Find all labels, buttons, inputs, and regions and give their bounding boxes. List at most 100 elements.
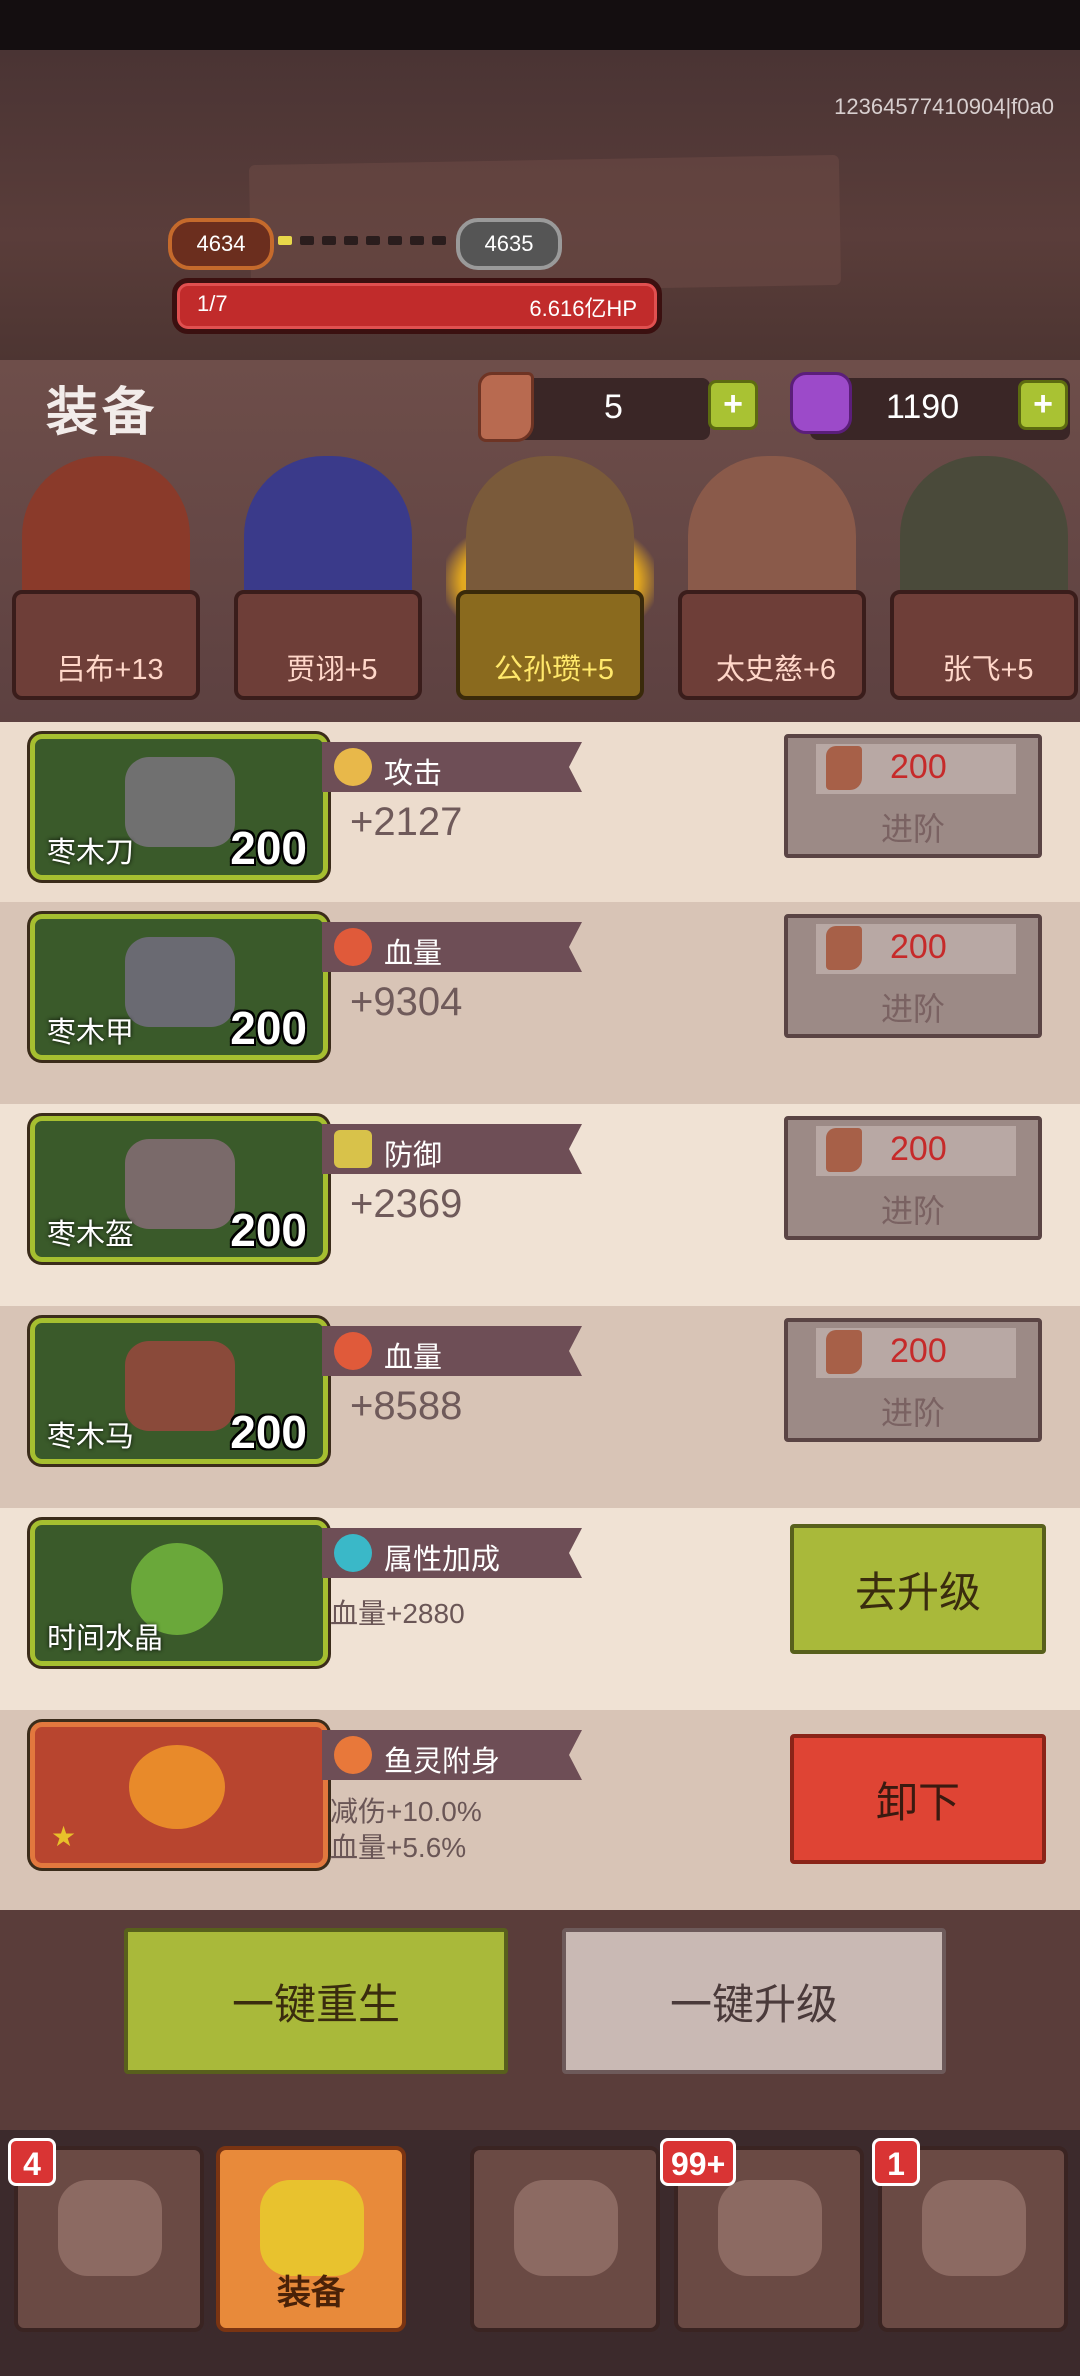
rebirth-all-button[interactable]: 一键重生 bbox=[124, 1928, 508, 2074]
hero-name: 贾诩+5 bbox=[286, 654, 378, 686]
upgrade-all-button[interactable]: 一键升级 bbox=[562, 1928, 946, 2074]
advance-cost: 200 bbox=[890, 748, 947, 786]
equipment-card-weapon[interactable]: 枣木刀 200 bbox=[30, 734, 328, 880]
status-bar bbox=[0, 0, 1080, 50]
equipment-card-crystal[interactable]: 时间水晶 bbox=[30, 1520, 328, 1666]
add-gem-button[interactable]: + bbox=[1018, 380, 1068, 430]
gem-count: 1190 bbox=[886, 388, 960, 426]
item-level: 200 bbox=[230, 1204, 307, 1256]
equipment-row-crystal: 时间水晶 属性加成 血量+2880 去升级 bbox=[0, 1508, 1080, 1710]
add-stone-button[interactable]: + bbox=[708, 380, 758, 430]
tab-battle[interactable] bbox=[470, 2146, 660, 2332]
hobby-horse-icon bbox=[125, 1341, 235, 1431]
current-stage-level: 4634 bbox=[168, 218, 274, 270]
stat-label: 防御 bbox=[384, 1140, 443, 1172]
advance-button[interactable]: 200 进阶 bbox=[784, 1116, 1042, 1240]
hero-name: 公孙瓒+5 bbox=[493, 654, 615, 686]
fish-icon bbox=[129, 1745, 225, 1829]
hero-slot-gongsunzan[interactable]: 公孙瓒+5 bbox=[446, 456, 654, 702]
advance-label: 进阶 bbox=[880, 991, 945, 1027]
blood-drop-icon bbox=[334, 1332, 372, 1370]
hp-stage: 1/7 bbox=[197, 291, 228, 316]
hero-plate: 张飞+5 bbox=[890, 590, 1078, 700]
hero-name: 张飞+5 bbox=[942, 654, 1034, 686]
stat-label: 鱼灵附身 bbox=[384, 1746, 501, 1778]
blood-drop-icon bbox=[334, 928, 372, 966]
star-icon: ★ bbox=[51, 1821, 77, 1852]
stat-value: +9304 bbox=[350, 980, 463, 1024]
upgrade-stone-icon bbox=[826, 746, 862, 790]
stat-value-1: 减伤+10.0% bbox=[330, 1796, 482, 1827]
equipment-card-armor[interactable]: 枣木甲 200 bbox=[30, 914, 328, 1060]
advance-button[interactable]: 200 进阶 bbox=[784, 914, 1042, 1038]
stat-label: 属性加成 bbox=[384, 1544, 501, 1576]
stat-value: +2127 bbox=[350, 800, 463, 844]
hero-slot-jiaxu[interactable]: 贾诩+5 bbox=[234, 456, 422, 702]
stat-label: 血量 bbox=[384, 1342, 443, 1374]
boss-hp-bar: 1/7 6.616亿HP bbox=[172, 278, 662, 334]
hero-name: 吕布+13 bbox=[56, 654, 164, 686]
progress-dot bbox=[388, 236, 402, 245]
hero-plate: 贾诩+5 bbox=[234, 590, 422, 700]
hero-name: 太史慈+6 bbox=[715, 654, 837, 686]
advance-button[interactable]: 200 进阶 bbox=[784, 1318, 1042, 1442]
chest-tab-icon bbox=[718, 2180, 822, 2276]
armor-tab-icon bbox=[260, 2180, 364, 2276]
progress-dot bbox=[322, 236, 336, 245]
tab-badge: 1 bbox=[872, 2138, 920, 2186]
chainmail-icon bbox=[125, 937, 235, 1027]
helmet-tab-icon bbox=[58, 2180, 162, 2276]
upgrade-stone-icon bbox=[478, 372, 534, 442]
upgrade-stone-icon bbox=[826, 926, 862, 970]
go-upgrade-button[interactable]: 去升级 bbox=[790, 1524, 1046, 1654]
hp-value: 6.616亿HP bbox=[529, 296, 637, 321]
upgrade-stone-icon bbox=[826, 1330, 862, 1374]
turtle-tab-icon bbox=[514, 2180, 618, 2276]
item-name: 枣木盔 bbox=[47, 1219, 135, 1251]
stat-value: +8588 bbox=[350, 1384, 463, 1428]
progress-dot bbox=[366, 236, 380, 245]
item-level: 200 bbox=[230, 1406, 307, 1458]
advance-label: 进阶 bbox=[880, 811, 945, 847]
spear-icon bbox=[125, 757, 235, 847]
equipment-card-helmet[interactable]: 枣木盔 200 bbox=[30, 1116, 328, 1262]
equipment-row-armor: 枣木甲 200 血量 +9304 200 进阶 bbox=[0, 902, 1080, 1104]
progress-dot bbox=[410, 236, 424, 245]
item-name: 枣木甲 bbox=[47, 1017, 135, 1049]
fish-spirit-icon bbox=[334, 1736, 372, 1774]
shield-icon bbox=[334, 1130, 372, 1168]
stat-value: 血量+2880 bbox=[330, 1598, 465, 1629]
stat-label: 攻击 bbox=[384, 758, 443, 790]
item-name: 时间水晶 bbox=[47, 1623, 164, 1655]
stat-label: 血量 bbox=[384, 938, 443, 970]
stone-count: 5 bbox=[604, 388, 623, 426]
unequip-button[interactable]: 卸下 bbox=[790, 1734, 1046, 1864]
progress-dot bbox=[300, 236, 314, 245]
tab-badge: 99+ bbox=[660, 2138, 737, 2186]
item-name: 枣木马 bbox=[47, 1421, 135, 1453]
purple-gem-icon bbox=[790, 372, 852, 434]
equipment-row-horse: 枣木马 200 血量 +8588 200 进阶 bbox=[0, 1306, 1080, 1508]
advance-label: 进阶 bbox=[880, 1395, 945, 1431]
hero-plate: 太史慈+6 bbox=[678, 590, 866, 700]
crystal-orb-icon bbox=[334, 1534, 372, 1572]
hero-plate: 公孙瓒+5 bbox=[456, 590, 644, 700]
equipment-list: 枣木刀 200 攻击 +2127 200 进阶 枣木甲 200 血量 +9304… bbox=[0, 722, 1080, 1912]
user-id: 12364577410904|f0a0 bbox=[834, 94, 1054, 119]
sword-icon bbox=[334, 748, 372, 786]
hero-slot-taishici[interactable]: 太史慈+6 bbox=[678, 456, 866, 702]
equipment-card-horse[interactable]: 枣木马 200 bbox=[30, 1318, 328, 1464]
equipment-card-fish[interactable]: ★ bbox=[30, 1722, 328, 1868]
advance-cost: 200 bbox=[890, 1332, 947, 1370]
advance-cost: 200 bbox=[890, 1130, 947, 1168]
item-level: 200 bbox=[230, 822, 307, 874]
tab-equipment[interactable]: 装备 bbox=[216, 2146, 406, 2332]
equipment-row-fish: ★ 鱼灵附身 减伤+10.0% 血量+5.6% 卸下 bbox=[0, 1710, 1080, 1912]
hero-slot-zhangfei[interactable]: 张飞+5 bbox=[890, 456, 1078, 702]
advance-button[interactable]: 200 进阶 bbox=[784, 734, 1042, 858]
helmet-icon bbox=[125, 1139, 235, 1229]
equipment-row-helmet: 枣木盔 200 防御 +2369 200 进阶 bbox=[0, 1104, 1080, 1306]
hero-slot-lubu[interactable]: 吕布+13 bbox=[12, 456, 200, 702]
panel-title: 装备 bbox=[46, 384, 159, 442]
upgrade-stone-icon bbox=[826, 1128, 862, 1172]
